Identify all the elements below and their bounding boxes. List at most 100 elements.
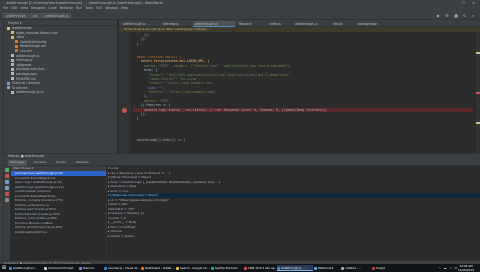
menu-item-refactor[interactable]: Refactor: [60, 6, 73, 10]
debug-panel: Debug: ■ walkthrough Debugger Console Scri…: [4, 153, 480, 261]
warning-marker[interactable]: [476, 52, 480, 54]
taskbar-item[interactable]: Command Prompt: [44, 265, 78, 271]
taskbar-item-label: walkthrough [C...: [13, 266, 37, 270]
taskbar-item-label: walkthrough.js - ...: [281, 266, 307, 270]
system-tray-icons[interactable]: ^ ☁ ♪ ✉: [438, 266, 458, 270]
stop-icon[interactable]: [5, 174, 9, 178]
code-view[interactable]: }); }); } async function login() { retur…: [133, 33, 473, 147]
editor-gutter[interactable]: [119, 32, 131, 153]
taskbar-item-label: Watermark: [318, 266, 334, 270]
folder-icon: [7, 86, 10, 90]
menu-item-view[interactable]: View: [21, 6, 29, 10]
project-tree-label: walkthrough.js: [16, 53, 40, 58]
taskbar-item-label: Command Prompt: [48, 266, 74, 270]
debug-tab-scripts[interactable]: Scripts: [54, 160, 68, 166]
menu-item-help[interactable]: Help: [121, 6, 128, 10]
app-icon: [341, 266, 344, 270]
folder-icon: [11, 31, 14, 35]
file-icon: [11, 90, 14, 94]
menu-item-vcs[interactable]: VCS: [96, 6, 102, 10]
editor-tab[interactable]: Request: [237, 21, 265, 27]
menu-item-navigate[interactable]: Navigate: [31, 6, 45, 10]
breadcrumb-project[interactable]: walkthrough: [3, 13, 29, 18]
step-over-icon[interactable]: [5, 180, 9, 184]
plugin-warning-banner[interactable]: Some plugins are not up to date. Install…: [119, 27, 480, 32]
menu-item-run[interactable]: Run: [76, 6, 82, 10]
project-tree-label: CodeStyleConfig: [20, 39, 47, 44]
menu-item-edit[interactable]: Edit: [11, 6, 17, 10]
breadcrumb-file[interactable]: walkthrough.js: [42, 13, 72, 18]
taskbar-item[interactable]: walkthrough.js - ...: [277, 265, 313, 271]
editor-tab[interactable]: walkthrough.js: [193, 21, 235, 27]
taskbar-item[interactable]: Dashboard - Gitlab ...: [141, 265, 175, 271]
taskbar-item[interactable]: Search - Google Ch...: [176, 265, 210, 271]
file-icon: [15, 49, 18, 53]
error-marker[interactable]: [476, 92, 480, 94]
menu-item-window[interactable]: Window: [105, 6, 118, 10]
run-toolbar-icons[interactable]: ▶ ⚙ ■ ↻ ⌕: [437, 13, 476, 18]
project-tree: walkthrough node_modules library root .ide…: [4, 26, 117, 95]
editor-tab[interactable]: package.json: [355, 21, 387, 27]
project-panel: Project ▾ walkthrough node_modules librar…: [4, 20, 118, 153]
mute-breakpoints-icon[interactable]: [5, 198, 9, 202]
project-tree-label: .gitignore: [16, 62, 32, 67]
editor-tab[interactable]: test.js: [331, 21, 353, 27]
debug-tab-watches[interactable]: Watches: [74, 160, 91, 166]
file-icon: [15, 44, 18, 48]
debug-toolbar: [4, 166, 10, 261]
project-tree-label: README.md: [16, 76, 36, 81]
project-tree-label: package.json: [16, 71, 37, 76]
editor-tab[interactable]: index.js: [267, 21, 291, 27]
project-tree-label: node_modules library root: [16, 30, 58, 35]
taskbar-item[interactable]: CRM 15.0.2 dev ap...: [244, 265, 276, 271]
windows-start-icon[interactable]: ⊞: [1, 265, 7, 271]
resume-icon[interactable]: [5, 168, 9, 172]
app-icon: [176, 266, 179, 270]
taskbar-item[interactable]: voucher.js - Visual St...: [104, 265, 140, 271]
warning-marker[interactable]: [476, 122, 480, 124]
clock[interactable]: 12:06 AM 12/16/2019: [458, 264, 474, 272]
project-tree-label: Scratches: [12, 85, 28, 90]
menu-item-code[interactable]: Code: [48, 6, 56, 10]
stack-frame[interactable]: bootstrapNodeJSCore: [11, 230, 106, 235]
file-icon: [11, 63, 14, 67]
taskbar-item-label: voucher.js - Visual St...: [108, 266, 140, 270]
view-breakpoints-icon[interactable]: [5, 192, 9, 196]
taskbar-item[interactable]: untitled - ...: [341, 265, 371, 271]
editor-tab[interactable]: walkthrough.js: [293, 21, 329, 27]
app-icon: [79, 266, 82, 270]
editor-tab[interactable]: walkthrough.js: [121, 21, 159, 27]
frames-panel: Main thread ▾ (anonymous) walkthrough.js…: [11, 166, 107, 261]
taskbar-item[interactable]: walkthrough [C...: [9, 265, 43, 271]
folder-icon: [15, 40, 18, 44]
app-icon: [244, 266, 247, 270]
taskbar-item[interactable]: Spotify Premium: [211, 265, 243, 271]
project-tree-label: Walkthrough.iml: [20, 44, 47, 49]
app-icon: [9, 266, 12, 270]
taskbar-item[interactable]: Snagit: [372, 265, 394, 271]
breakpoint-icon[interactable]: [122, 107, 127, 113]
variables-panel: ▾ Local ▸ res = Response {size: 0, timeo…: [108, 166, 480, 261]
taskbar-item[interactable]: Watermark: [314, 265, 340, 271]
file-icon: [11, 35, 14, 39]
editor-tab[interactable]: sitemap.js: [161, 21, 191, 27]
file-icon: [11, 77, 14, 81]
app-icon: [314, 266, 317, 270]
windows-taskbar: ⊞ walkthrough [C... Command Prompt Discord…: [0, 264, 480, 272]
breadcrumb-folder[interactable]: src: [30, 13, 41, 18]
project-tree-item[interactable]: walkthrough.js.sc: [4, 90, 117, 95]
project-tree-label: .idea: [16, 35, 24, 40]
debug-tab-debugger[interactable]: Debugger: [8, 160, 27, 166]
variable-row[interactable]: ▸ Global = global: [108, 234, 480, 239]
debug-tabs: Debugger Console Scripts Watches: [4, 159, 480, 166]
menu-item-file[interactable]: File: [3, 6, 8, 10]
editor-scrollbar[interactable]: [476, 32, 480, 153]
folder-icon: [7, 26, 10, 30]
step-into-icon[interactable]: [5, 186, 9, 190]
menu-item-tools[interactable]: Tools: [85, 6, 93, 10]
app-icon: [44, 266, 47, 270]
navigation-bar: walkthrough src walkthrough.js ▶ ⚙ ■ ↻ ⌕: [0, 11, 480, 20]
debug-tab-console[interactable]: Console: [32, 160, 48, 166]
frames-list: (anonymous) walkthrough.js:54 processTick…: [11, 171, 106, 234]
taskbar-item[interactable]: Discord: [79, 265, 103, 271]
